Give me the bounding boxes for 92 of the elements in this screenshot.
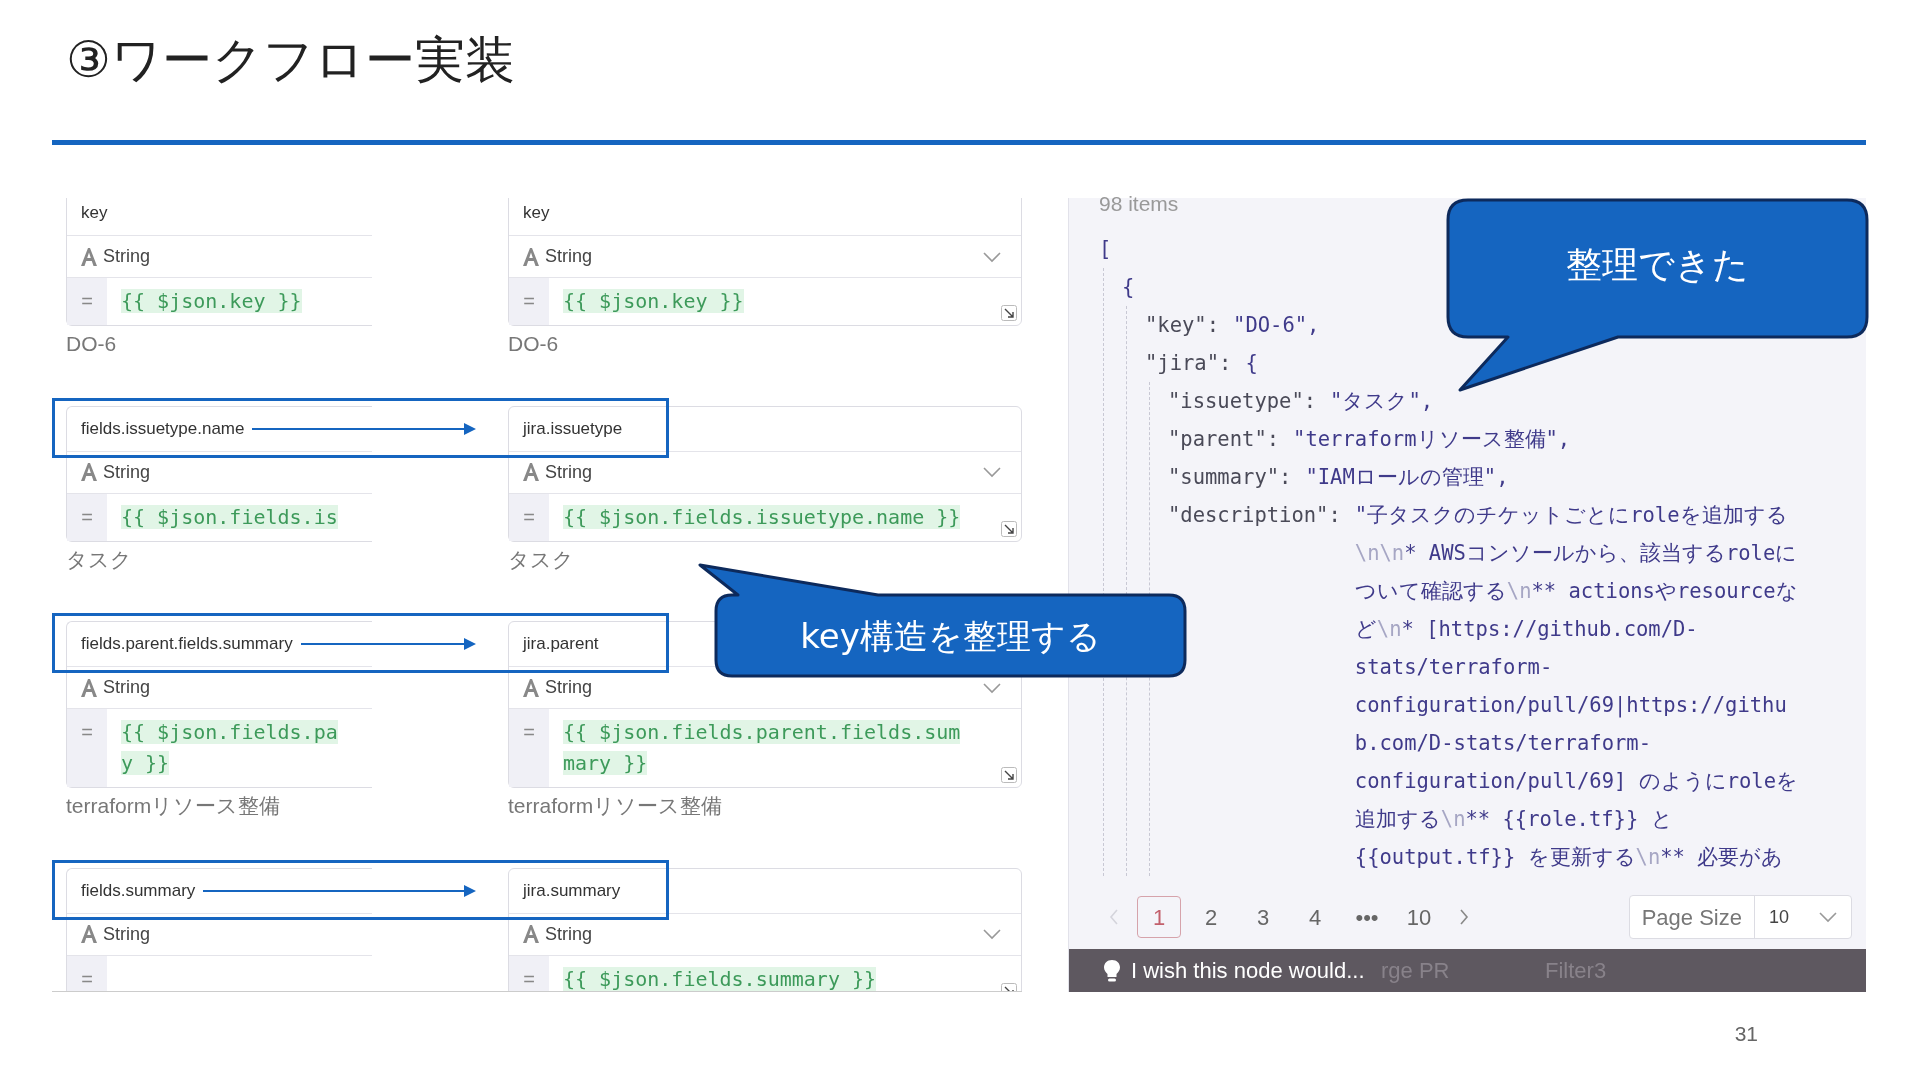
- expression-text[interactable]: mary }}: [563, 751, 648, 775]
- json-value-line: configuration/pull/69|https://githu: [1354, 692, 1788, 720]
- resize-icon[interactable]: [1001, 520, 1017, 537]
- expression-text[interactable]: {{ $json.fields.summary }}: [563, 966, 877, 991]
- field-name[interactable]: key: [523, 200, 550, 226]
- string-type-icon: [79, 246, 99, 267]
- result-value: DO-6: [66, 331, 118, 357]
- expression-text[interactable]: {{ $json.fields.parent.fields.sum: [563, 720, 961, 744]
- string-type-icon: [79, 677, 99, 698]
- result-value: タスク: [66, 546, 133, 573]
- json-bracket: {: [1122, 274, 1135, 301]
- json-value-line: b.com/D-stats/terraform-: [1354, 730, 1652, 757]
- field-name[interactable]: fields.issuetype.name: [81, 415, 245, 442]
- slide-title: ③ワークフロー実装: [65, 30, 516, 91]
- field-name[interactable]: jira.summary: [523, 877, 621, 904]
- json-key: "parent":: [1168, 420, 1280, 458]
- expression-text[interactable]: {{ $json.key }}: [563, 289, 744, 313]
- page-button[interactable]: •••: [1345, 896, 1389, 938]
- equals-sign: =: [67, 278, 107, 325]
- type-label: String: [545, 676, 593, 699]
- result-value: terraformリソース整備: [508, 793, 724, 819]
- json-key: "key":: [1145, 306, 1220, 344]
- result-value: terraformリソース整備: [66, 793, 282, 819]
- field-name[interactable]: fields.summary: [81, 877, 196, 904]
- field-name[interactable]: key: [81, 200, 108, 226]
- json-value: "DO-6",: [1233, 312, 1320, 339]
- json-value-line: \n\n* AWSコンソールから、該当するroleに: [1354, 540, 1799, 567]
- equals-sign: =: [509, 955, 549, 991]
- page-button[interactable]: 1: [1137, 896, 1181, 938]
- equals-sign: =: [67, 709, 107, 787]
- type-label: String: [545, 922, 593, 946]
- json-key: "jira":: [1145, 344, 1232, 382]
- string-type-icon: [79, 462, 99, 482]
- chevron-left-icon: [1109, 909, 1119, 925]
- expression-text[interactable]: {{ $json.fields.pa: [121, 720, 338, 744]
- callout-text: 整理できた: [1566, 243, 1749, 287]
- callout-text: key構造を整理する: [800, 615, 1101, 656]
- type-label: String: [103, 245, 151, 268]
- page-button[interactable]: 10: [1397, 896, 1441, 938]
- type-label: String: [103, 460, 151, 484]
- expression-text[interactable]: {{ $json.key }}: [121, 289, 302, 313]
- json-value: "IAMロールの管理",: [1305, 464, 1509, 491]
- json-bracket: [: [1099, 236, 1112, 263]
- item-count: 98 items: [1098, 191, 1180, 217]
- expression-text[interactable]: {{ $json.fields.is: [121, 504, 338, 529]
- string-type-icon: [521, 677, 541, 698]
- json-key: "description":: [1168, 496, 1341, 876]
- json-value: {: [1245, 350, 1258, 377]
- expression-text[interactable]: y }}: [121, 751, 170, 775]
- json-value: "terraformリソース整備",: [1293, 426, 1571, 453]
- field-name[interactable]: jira.parent: [523, 631, 599, 657]
- result-value: DO-6: [508, 331, 560, 357]
- field-name[interactable]: jira.issuetype: [523, 415, 623, 442]
- page-button[interactable]: 2: [1189, 896, 1233, 938]
- expression-text[interactable]: {{ $json.fields.issuetype.name }}: [563, 504, 961, 529]
- json-value-line: ど\n* [https://github.com/D-: [1354, 616, 1699, 643]
- json-value-line: {{output.tf}} を更新する\n** 必要があ: [1354, 844, 1785, 871]
- chevron-down-icon[interactable]: [983, 250, 1001, 263]
- toast-message: I wish this node would...: [1131, 957, 1365, 985]
- equals-sign: =: [67, 493, 107, 541]
- json-value-line: 追加する\n** {{role.tf}} と: [1354, 806, 1674, 833]
- type-label: String: [103, 676, 151, 699]
- type-label: String: [545, 245, 593, 268]
- type-label: String: [103, 922, 151, 946]
- resize-icon[interactable]: [1001, 767, 1017, 783]
- string-type-icon: [521, 246, 541, 267]
- json-value-line: configuration/pull/69] のようにroleを: [1354, 768, 1799, 795]
- chevron-down-icon[interactable]: [983, 466, 1001, 478]
- equals-sign: =: [509, 493, 549, 541]
- resize-icon[interactable]: [1001, 305, 1017, 321]
- lightbulb-icon: [1103, 958, 1121, 983]
- json-value-line: "子タスクのチケットごとにroleを追加する: [1354, 502, 1789, 529]
- equals-sign: =: [509, 709, 549, 787]
- json-value-line: stats/terraform-: [1354, 654, 1554, 681]
- json-value: "タスク",: [1330, 388, 1434, 415]
- json-key: "issuetype":: [1168, 382, 1317, 420]
- result-value: タスク: [508, 546, 575, 573]
- equals-sign: =: [509, 278, 549, 325]
- chevron-down-icon[interactable]: [983, 681, 1001, 694]
- json-key: "summary":: [1168, 458, 1292, 496]
- string-type-icon: [521, 924, 541, 944]
- string-type-icon: [79, 924, 99, 944]
- equals-sign: =: [67, 955, 107, 991]
- type-label: String: [545, 460, 593, 484]
- chevron-down-icon[interactable]: [983, 928, 1001, 940]
- page-number: 31: [1733, 1021, 1759, 1047]
- field-name[interactable]: fields.parent.fields.summary: [81, 631, 293, 657]
- page-button[interactable]: 3: [1241, 896, 1285, 938]
- json-value-line: ついて確認する\n** actionsやresourceな: [1354, 578, 1799, 605]
- chevron-right-icon: [1459, 909, 1469, 925]
- string-type-icon: [521, 462, 541, 482]
- page-button[interactable]: 4: [1293, 896, 1337, 938]
